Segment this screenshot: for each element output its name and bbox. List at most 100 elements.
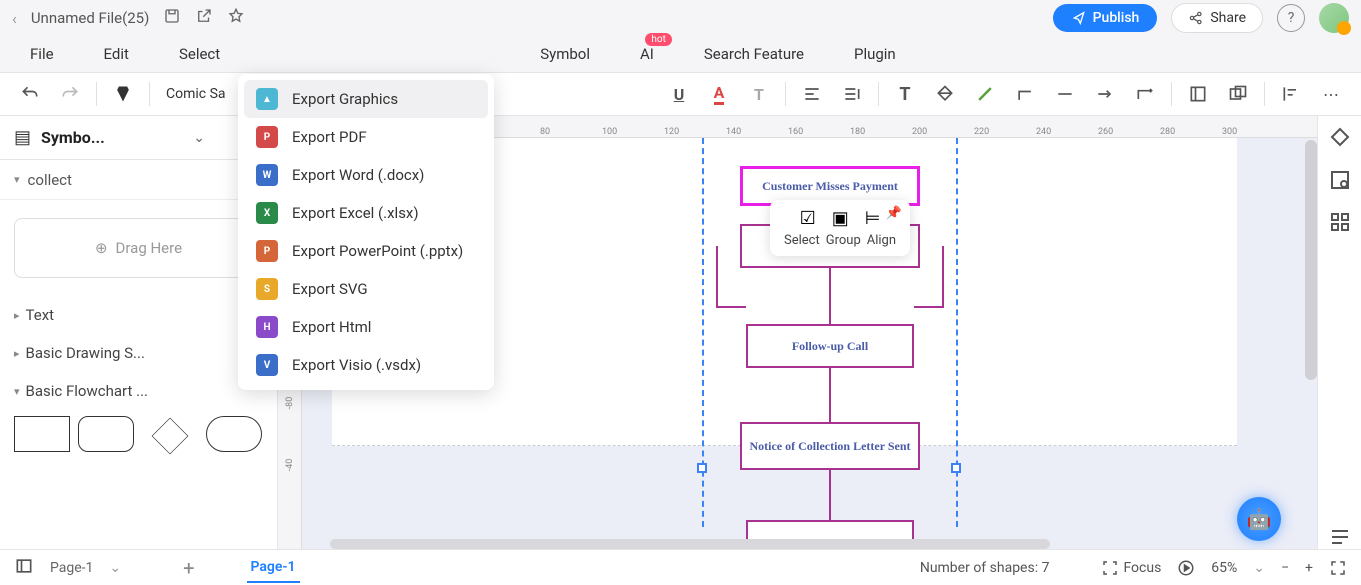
menu-edit[interactable]: Edit xyxy=(104,45,129,63)
zoom-level[interactable]: 65% xyxy=(1211,560,1237,576)
drag-zone[interactable]: ⊕ Drag Here xyxy=(14,218,263,278)
selection-handle-left[interactable] xyxy=(697,463,707,473)
flow-connector xyxy=(829,470,831,520)
share-label: Share xyxy=(1210,10,1246,26)
line-routing-button[interactable] xyxy=(1131,80,1159,108)
expand-icon[interactable]: ⌄ xyxy=(193,130,205,146)
line-spacing-button[interactable] xyxy=(838,80,866,108)
export-pdf[interactable]: PExport PDF xyxy=(244,118,488,156)
export-visio[interactable]: VExport Visio (.vsdx) xyxy=(244,346,488,384)
focus-button[interactable]: Focus xyxy=(1101,559,1161,577)
avatar[interactable] xyxy=(1319,3,1349,33)
more-button[interactable]: ⋯ xyxy=(1317,80,1345,108)
group-icon[interactable]: ▣ xyxy=(832,208,849,229)
stroke-color-button[interactable] xyxy=(971,80,999,108)
menu-ai[interactable]: AIhot xyxy=(640,45,654,63)
export-powerpoint[interactable]: PExport PowerPoint (.pptx) xyxy=(244,232,488,270)
menu-file[interactable]: File xyxy=(30,45,54,63)
clear-format-button[interactable]: T xyxy=(745,80,773,108)
vertical-scrollbar[interactable] xyxy=(1305,140,1317,380)
select-label: Select xyxy=(784,233,820,248)
layout-1-button[interactable] xyxy=(1184,80,1212,108)
share-button[interactable]: Share xyxy=(1171,3,1263,33)
save-icon[interactable] xyxy=(163,7,181,29)
flow-connector xyxy=(914,306,944,308)
export-html[interactable]: HExport Html xyxy=(244,308,488,346)
publish-button[interactable]: Publish xyxy=(1053,4,1158,32)
menu-plugin[interactable]: Plugin xyxy=(854,45,896,63)
export-word[interactable]: WExport Word (.docx) xyxy=(244,156,488,194)
play-button[interactable] xyxy=(1177,559,1195,577)
zoom-out-button[interactable]: − xyxy=(1281,560,1289,576)
shape-rounded[interactable] xyxy=(78,416,134,452)
align-left-button[interactable] xyxy=(1277,80,1305,108)
settings-panel-icon[interactable] xyxy=(1328,168,1352,192)
pin-icon[interactable]: 📌 xyxy=(886,206,902,221)
open-external-icon[interactable] xyxy=(195,7,213,29)
menu-search-feature[interactable]: Search Feature xyxy=(704,45,804,63)
underline-button[interactable]: U xyxy=(665,80,693,108)
star-icon[interactable] xyxy=(227,7,245,29)
flow-box-5[interactable] xyxy=(746,520,914,540)
arrow-style-button[interactable] xyxy=(1091,80,1119,108)
export-excel[interactable]: XExport Excel (.xlsx) xyxy=(244,194,488,232)
section-basic-drawing[interactable]: ▸Basic Drawing S... xyxy=(0,334,277,372)
page-select[interactable]: Page-1 xyxy=(50,560,93,576)
fill-button[interactable] xyxy=(931,80,959,108)
section-basic-flowchart[interactable]: ▾Basic Flowchart ... xyxy=(0,372,277,410)
flow-connector xyxy=(942,246,944,308)
flow-box-4[interactable]: Notice of Collection Letter Sent xyxy=(740,422,920,470)
fill-panel-icon[interactable] xyxy=(1328,126,1352,150)
shape-diamond[interactable] xyxy=(152,418,189,455)
export-graphics[interactable]: ▲Export Graphics xyxy=(244,80,488,118)
shapes-row xyxy=(0,416,277,456)
file-name: Unnamed File(25) xyxy=(31,9,150,27)
menu-select[interactable]: Select xyxy=(179,45,220,63)
ppt-icon: P xyxy=(256,240,278,262)
floating-toolbar: 📌 ☑ ▣ ⊨ Select Group Align xyxy=(770,200,910,256)
menu-symbol[interactable]: Symbol xyxy=(540,45,590,63)
toolbar: Comic Sa U A T T ⋯ xyxy=(0,72,1361,116)
zoom-in-button[interactable]: + xyxy=(1305,560,1313,576)
add-page-button[interactable]: + xyxy=(183,556,194,580)
flow-connector xyxy=(829,268,831,324)
export-svg[interactable]: SExport SVG xyxy=(244,270,488,308)
help-button[interactable]: ? xyxy=(1277,4,1305,32)
list-panel-icon[interactable] xyxy=(1328,525,1352,549)
select-all-icon[interactable]: ☑ xyxy=(800,208,816,229)
text-tool-button[interactable]: T xyxy=(891,80,919,108)
format-painter-button[interactable] xyxy=(109,80,137,108)
menu-bar: File Edit Select Symbol AIhot Search Fea… xyxy=(0,36,1361,72)
apps-panel-icon[interactable] xyxy=(1328,210,1352,234)
title-bar: ‹ Unnamed File(25) Publish Share ? xyxy=(0,0,1361,36)
pages-icon[interactable] xyxy=(14,556,34,580)
back-icon[interactable]: ‹ xyxy=(12,9,17,28)
shape-pill[interactable] xyxy=(206,416,262,452)
layout-2-button[interactable] xyxy=(1224,80,1252,108)
shape-rectangle[interactable] xyxy=(14,416,70,452)
flow-connector xyxy=(716,246,718,308)
redo-button[interactable] xyxy=(56,80,84,108)
assistant-button[interactable]: 🤖 xyxy=(1237,497,1281,541)
flow-box-3[interactable]: Follow-up Call xyxy=(746,324,914,368)
align-label: Align xyxy=(867,233,896,248)
word-icon: W xyxy=(256,164,278,186)
selection-handle-right[interactable] xyxy=(951,463,961,473)
section-text[interactable]: ▸Text xyxy=(0,296,277,334)
undo-button[interactable] xyxy=(16,80,44,108)
bottom-bar: Page-1 ⌄ + Page-1 Number of shapes: 7 Fo… xyxy=(0,549,1361,585)
align-button[interactable] xyxy=(798,80,826,108)
line-style-button[interactable] xyxy=(1051,80,1079,108)
connector-button[interactable] xyxy=(1011,80,1039,108)
align-icon[interactable]: ⊨ xyxy=(865,208,881,229)
category-bar[interactable]: ▾ collect xyxy=(0,160,277,200)
library-icon[interactable]: ▤ xyxy=(14,127,31,148)
horizontal-scrollbar[interactable] xyxy=(330,539,1050,549)
text-color-button[interactable]: A xyxy=(705,80,733,108)
drag-label: Drag Here xyxy=(116,239,183,257)
group-label: Group xyxy=(826,233,861,248)
panel-header: ▤ Symbo... ⌄ xyxy=(0,116,277,160)
fullscreen-button[interactable] xyxy=(1329,559,1347,577)
page-tab[interactable]: Page-1 xyxy=(247,553,300,583)
font-select[interactable]: Comic Sa xyxy=(162,84,230,104)
